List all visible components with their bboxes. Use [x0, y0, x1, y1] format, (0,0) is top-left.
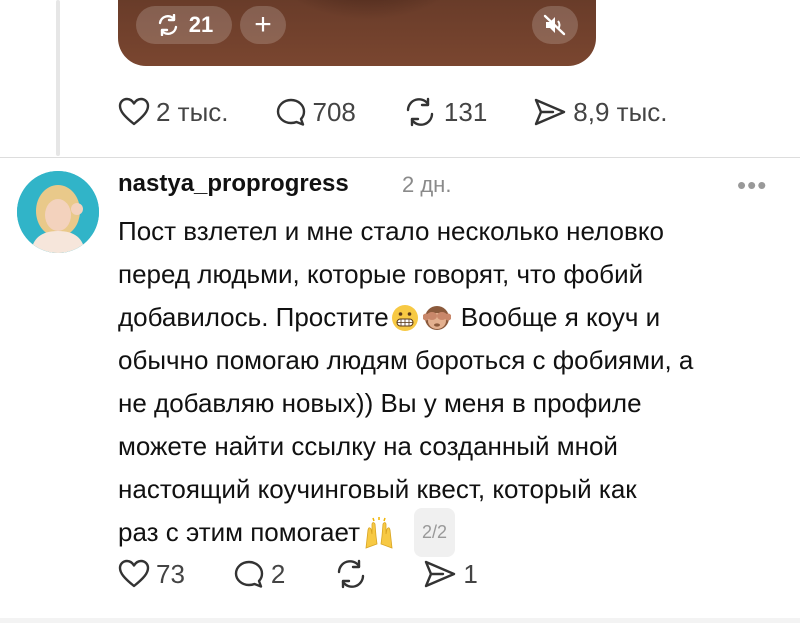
text-line: добавилось. Простите Вообще я коуч и: [118, 296, 790, 339]
repost-button[interactable]: [333, 559, 375, 589]
heart-icon: [118, 559, 150, 588]
repost-icon: [406, 97, 434, 127]
repost-count-pill[interactable]: 21: [136, 6, 232, 44]
repost-icon: [338, 559, 365, 589]
repost-button[interactable]: 131: [402, 97, 487, 128]
text-line: обычно помогаю людям бороться с фобиями,…: [118, 345, 694, 375]
text-line: не добавляю новых)) Вы у меня в профиле: [118, 388, 642, 418]
repost-count: 131: [443, 96, 488, 127]
reply-actions: 73 2 1: [118, 552, 478, 596]
text-line: Пост взлетел и мне стало несколько нелов…: [118, 216, 664, 246]
like-button[interactable]: 2 тыс.: [118, 97, 229, 128]
text-segment: Вообще я коуч и: [460, 302, 661, 332]
username[interactable]: nastya_proprogress: [118, 170, 349, 198]
text-segment: раз с этим помогает: [118, 517, 360, 547]
thread-line: [56, 0, 60, 156]
mute-button[interactable]: [532, 6, 578, 44]
post-actions: 2 тыс. 708 131 8,9 тыс.: [118, 90, 667, 134]
speaker-muted-icon: [543, 14, 566, 36]
video-card[interactable]: 21 +: [118, 0, 596, 66]
page-badge: 2/2: [413, 508, 456, 557]
share-count: 1: [463, 558, 478, 589]
reply-count: 708: [312, 96, 356, 127]
share-button[interactable]: 8,9 тыс.: [533, 97, 667, 128]
more-options-button[interactable]: •••: [737, 170, 767, 201]
share-count: 8,9 тыс.: [573, 96, 668, 127]
share-button[interactable]: 1: [423, 558, 478, 590]
text-line: можете найти ссылку на созданный мной: [118, 431, 618, 461]
text-line: настоящий коучинговый квест, который как: [118, 474, 637, 504]
avatar-photo: [17, 171, 99, 253]
reply-text: Пост взлетел и мне стало несколько нелов…: [118, 210, 790, 557]
raising-hands-icon: [365, 516, 393, 549]
avatar[interactable]: [17, 171, 99, 253]
see-no-evil-monkey-icon: [422, 305, 451, 330]
heart-icon: [118, 97, 150, 126]
comment-icon: [234, 560, 264, 588]
text-line: раз с этим помогает 2/2: [118, 508, 790, 557]
add-button[interactable]: +: [240, 6, 286, 44]
repost-count: 21: [188, 12, 214, 37]
reply-button[interactable]: 708: [275, 97, 356, 128]
repost-icon: [158, 14, 177, 36]
text-line: перед людьми, которые говорят, что фобий: [118, 259, 644, 289]
bottom-divider: [0, 618, 800, 623]
timestamp: 2 дн.: [402, 172, 452, 197]
like-button[interactable]: 73: [118, 559, 185, 590]
send-icon: [425, 560, 456, 588]
like-count: 73: [156, 558, 185, 589]
video-content: [268, 0, 468, 20]
reply-count: 2: [270, 558, 286, 589]
like-count: 2 тыс.: [156, 96, 229, 127]
send-icon: [535, 98, 566, 126]
grimacing-face-icon: [391, 304, 418, 331]
text-segment: добавилось. Простите: [118, 302, 389, 332]
comment-icon: [276, 98, 305, 126]
divider: [0, 157, 800, 158]
reply-button[interactable]: 2: [233, 559, 285, 590]
